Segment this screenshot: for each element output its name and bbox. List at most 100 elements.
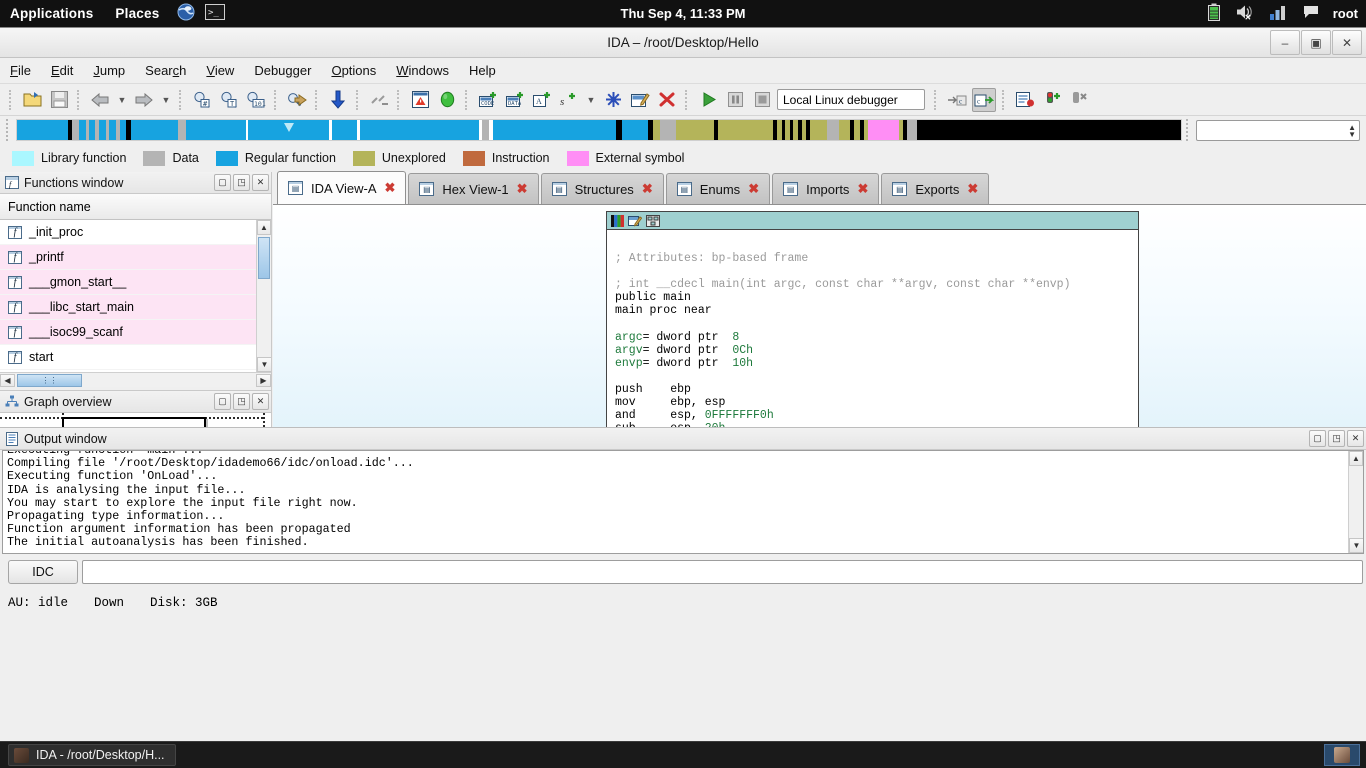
tab-close-icon[interactable]: ✖ [517, 181, 528, 197]
close-icon[interactable]: ✕ [252, 174, 269, 191]
menu-search[interactable]: Search [145, 63, 186, 78]
menu-options[interactable]: Options [331, 63, 376, 78]
forward-arrow-icon[interactable] [132, 88, 156, 112]
restore-icon[interactable]: ▢ [214, 174, 231, 191]
make-data-icon[interactable]: DATA [503, 88, 527, 112]
search-text-icon[interactable]: T [217, 88, 241, 112]
jump-down-icon[interactable] [326, 88, 350, 112]
tab-hex-view-1[interactable]: ▤ Hex View-1 ✖ [408, 173, 539, 204]
restore-icon[interactable]: ▢ [214, 393, 231, 410]
back-dropdown-icon[interactable]: ▼ [115, 95, 129, 105]
disassembly-line[interactable]: public main [615, 291, 1138, 304]
open-file-icon[interactable] [20, 88, 44, 112]
pause-icon[interactable] [723, 88, 747, 112]
idc-button[interactable]: IDC [8, 560, 78, 584]
tab-close-icon[interactable]: ✖ [642, 181, 653, 197]
disassembly-line[interactable]: envp= dword ptr 10h [615, 357, 1138, 370]
disassembly-line[interactable]: argv= dword ptr 0Ch [615, 344, 1138, 357]
battery-icon[interactable] [1207, 3, 1221, 25]
disassembly-line[interactable] [615, 265, 1138, 278]
tab-structures[interactable]: ▤ Structures ✖ [540, 173, 664, 204]
menu-help[interactable]: Help [469, 63, 496, 78]
menu-edit[interactable]: Edit [51, 63, 73, 78]
edit-node-icon[interactable] [628, 215, 642, 227]
restore-icon[interactable]: ▢ [1309, 430, 1326, 447]
menu-windows[interactable]: Windows [396, 63, 449, 78]
scroll-thumb[interactable] [258, 237, 270, 279]
function-name-column-header[interactable]: Function name [0, 194, 271, 220]
unlink-icon[interactable] [367, 88, 391, 112]
forward-dropdown-icon[interactable]: ▼ [159, 95, 173, 105]
tab-imports[interactable]: ▤ Imports ✖ [772, 173, 880, 204]
float-icon[interactable]: ◳ [1328, 430, 1345, 447]
scroll-left-icon[interactable]: ◀ [0, 373, 15, 387]
function-list-vscrollbar[interactable]: ▲ ▼ [256, 220, 271, 372]
make-code-icon[interactable]: CODE [476, 88, 500, 112]
network-signal-icon[interactable] [1269, 4, 1289, 24]
breakpoint-list-icon[interactable] [1013, 88, 1037, 112]
scroll-down-icon[interactable]: ▼ [1349, 538, 1363, 553]
scroll-up-icon[interactable]: ▲ [257, 220, 271, 235]
function-list-item[interactable]: f ___gmon_start__ [0, 270, 271, 295]
scroll-right-icon[interactable]: ▶ [256, 373, 271, 387]
menu-file[interactable]: File [10, 63, 31, 78]
menu-debugger[interactable]: Debugger [254, 63, 311, 78]
terminal-icon[interactable]: >_ [205, 4, 226, 23]
debugger-select[interactable]: Local Linux debugger [777, 89, 925, 110]
output-vscrollbar[interactable]: ▲ ▼ [1348, 451, 1363, 553]
tab-close-icon[interactable]: ✖ [385, 180, 396, 196]
maximize-button[interactable]: ▣ [1301, 30, 1331, 55]
string-dropdown-icon[interactable]: ▼ [584, 95, 598, 105]
jump-icon[interactable] [285, 88, 309, 112]
function-list-item[interactable]: f ___isoc99_scanf [0, 320, 271, 345]
function-list-item[interactable]: f start [0, 345, 271, 370]
step-into-icon[interactable]: c [945, 88, 969, 112]
close-icon[interactable]: ✕ [1347, 430, 1364, 447]
volume-muted-icon[interactable]: ✕ [1235, 3, 1255, 24]
step-over-icon[interactable]: c [972, 87, 996, 112]
add-breakpoint-icon[interactable] [1040, 88, 1064, 112]
places-menu[interactable]: Places [115, 6, 159, 21]
disassembly-line[interactable]: and esp, 0FFFFFFF0h [615, 409, 1138, 422]
disassembly-line[interactable]: push ebp [615, 383, 1138, 396]
taskbar-window-button[interactable]: IDA - /root/Desktop/H... [8, 744, 176, 766]
float-icon[interactable]: ◳ [233, 393, 250, 410]
idc-input[interactable] [82, 560, 1363, 584]
taskbar-tray[interactable] [1324, 744, 1360, 766]
output-log[interactable]: Executing function 'main'... Compiling fi… [2, 450, 1364, 554]
search-binary-icon[interactable]: # [190, 88, 214, 112]
delete-icon[interactable] [655, 88, 679, 112]
tab-enums[interactable]: ▤ Enums ✖ [665, 173, 771, 204]
tab-ida-view-a[interactable]: ▤ IDA View-A ✖ [277, 171, 407, 204]
save-icon[interactable] [47, 88, 71, 112]
close-button[interactable]: ✕ [1332, 30, 1362, 55]
function-list-hscrollbar[interactable]: ◀ ⋮⋮ ▶ [0, 372, 271, 387]
minimize-button[interactable]: – [1270, 30, 1300, 55]
tab-exports[interactable]: ▤ Exports ✖ [881, 173, 990, 204]
scroll-down-icon[interactable]: ▼ [257, 357, 271, 372]
browser-icon[interactable] [177, 3, 195, 24]
run-icon[interactable] [696, 88, 720, 112]
search-sequence-icon[interactable]: 101 [244, 88, 268, 112]
snowflake-icon[interactable] [601, 88, 625, 112]
warning-icon[interactable] [408, 88, 432, 112]
disassembly-line[interactable]: ; Attributes: bp-based frame [615, 252, 1138, 265]
close-icon[interactable]: ✕ [252, 393, 269, 410]
applications-menu[interactable]: Applications [10, 6, 93, 21]
function-list-item[interactable]: f ___libc_start_main [0, 295, 271, 320]
chat-icon[interactable] [1303, 5, 1319, 22]
disassembly-line[interactable]: main proc near [615, 304, 1138, 317]
color-palette-icon[interactable] [611, 214, 624, 227]
address-combo[interactable]: ▲ ▼ [1196, 119, 1360, 141]
hscroll-thumb[interactable]: ⋮⋮ [17, 373, 82, 387]
function-list[interactable]: f _init_proc f _printf f ___gmon_start__ f ___l… [0, 220, 271, 372]
make-array-icon[interactable]: A [530, 88, 554, 112]
function-list-item[interactable]: f _init_proc [0, 220, 271, 245]
user-menu[interactable]: root [1333, 6, 1358, 21]
edit-icon[interactable] [628, 88, 652, 112]
green-circle-icon[interactable] [435, 88, 459, 112]
make-string-icon[interactable]: s [557, 88, 581, 112]
scroll-up-icon[interactable]: ▲ [1349, 451, 1363, 466]
menu-jump[interactable]: Jump [93, 63, 125, 78]
tab-close-icon[interactable]: ✖ [857, 181, 868, 197]
